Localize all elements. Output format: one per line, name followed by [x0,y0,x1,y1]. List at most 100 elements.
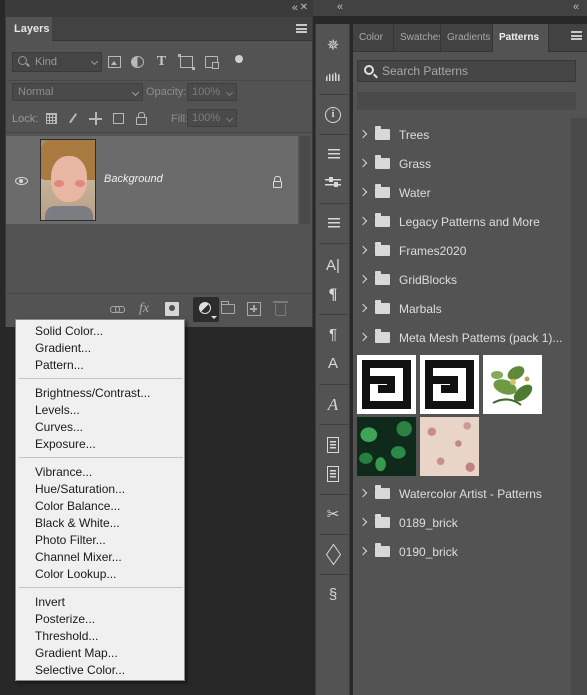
panel-menu-icon[interactable] [571,31,582,40]
recent-patterns-strip[interactable] [357,92,576,110]
pattern-group-0190-brick[interactable]: 0190_brick [353,537,571,566]
pattern-group-trees[interactable]: Trees [353,120,571,149]
greek-key-pattern-swatch[interactable] [357,355,416,414]
tool-presets-button[interactable]: ✂ [316,501,351,530]
collapse-icon[interactable]: « [573,1,579,13]
shape-layer-filter-icon[interactable] [178,54,195,70]
pixel-layer-filter-icon[interactable] [108,56,121,68]
chevron-right-icon[interactable] [358,274,368,284]
glyphs-button[interactable]: A [316,391,351,420]
lock-pixels-icon[interactable] [46,113,57,124]
flowers-pattern-swatch[interactable] [483,355,542,414]
pink-floral-pattern-swatch[interactable] [420,417,479,476]
search-input[interactable] [382,63,572,79]
fx-icon[interactable]: fx [139,302,153,316]
character-styles-button[interactable]: ¶ [316,321,351,350]
pattern-group-frames2020[interactable]: Frames2020 [353,236,571,265]
menu-item-color-lookup[interactable]: Color Lookup... [35,567,116,581]
chevron-right-icon[interactable] [358,332,368,342]
document-button[interactable] [316,460,351,489]
pattern-group-gridblocks[interactable]: GridBlocks [353,265,571,294]
info-button[interactable]: i [316,101,351,130]
menu-item-threshold[interactable]: Threshold... [35,629,98,643]
smart-object-filter-icon[interactable] [205,56,219,69]
menu-item-posterize[interactable]: Posterize... [35,612,95,626]
navigator-button[interactable]: ✵ [316,32,351,61]
greek-key-pattern-swatch[interactable] [420,355,479,414]
close-icon[interactable]: ✕ [300,2,308,13]
search-box[interactable] [357,60,576,82]
adjustments-button[interactable] [316,170,351,199]
paragraph-button[interactable]: ¶ [316,281,351,310]
new-adjustment-layer-button[interactable] [193,297,219,322]
menu-item-photo-filter[interactable]: Photo Filter... [35,533,106,547]
link-layers-icon[interactable] [110,302,125,316]
type-layer-filter-icon[interactable]: T [155,55,168,69]
ivy-pattern-swatch[interactable] [357,417,416,476]
tab-patterns[interactable]: Patterns [493,24,549,52]
filter-kind-select[interactable]: Kind [12,52,102,72]
adjustment-layer-filter-icon[interactable] [131,56,144,68]
history-button[interactable]: § [316,581,351,610]
lock-artboard-icon[interactable] [113,113,124,124]
menu-item-curves[interactable]: Curves... [35,420,83,434]
menu-item-brightness-contrast[interactable]: Brightness/Contrast... [35,386,150,400]
new-group-icon[interactable] [221,301,235,314]
3d-button[interactable] [316,541,351,570]
properties-button[interactable] [316,141,351,170]
pattern-group-0189-brick[interactable]: 0189_brick [353,508,571,537]
menu-item-exposure[interactable]: Exposure... [35,437,96,451]
menu-item-invert[interactable]: Invert [35,595,65,609]
pattern-list-scrollbar[interactable] [571,118,587,695]
add-mask-icon[interactable] [165,302,179,316]
collapse-icon[interactable]: « [337,1,343,13]
menu-item-levels[interactable]: Levels... [35,403,80,417]
lock-image-pixels-icon[interactable] [69,113,78,124]
tab-gradients[interactable]: Gradients [441,24,493,52]
menu-item-color-balance[interactable]: Color Balance... [35,499,120,513]
menu-item-vibrance[interactable]: Vibrance... [35,465,92,479]
layer-row-background[interactable]: Background [6,136,298,224]
chevron-right-icon[interactable] [358,129,368,139]
menu-item-solid-color[interactable]: Solid Color... [35,324,103,338]
pattern-group-grass[interactable]: Grass [353,149,571,178]
lock-icon[interactable] [273,176,282,188]
collapse-icon[interactable]: « [292,2,298,14]
tab-layers[interactable]: Layers [6,17,52,41]
layer-list-scrollbar[interactable] [300,136,310,224]
chevron-right-icon[interactable] [358,158,368,168]
fill-field[interactable]: 100% [187,109,237,127]
pattern-group-legacy[interactable]: Legacy Patterns and More [353,207,571,236]
menu-item-pattern[interactable]: Pattern... [35,358,84,372]
chevron-right-icon[interactable] [358,303,368,313]
menu-item-selective-color[interactable]: Selective Color... [35,663,125,677]
notes-button[interactable] [316,431,351,460]
blend-mode-select[interactable]: Normal [12,83,143,101]
libraries-button[interactable] [316,210,351,239]
menu-item-gradient-map[interactable]: Gradient Map... [35,646,118,660]
character-button[interactable]: A| [316,252,351,281]
chevron-right-icon[interactable] [358,187,368,197]
chevron-right-icon[interactable] [358,546,368,556]
pattern-group-water[interactable]: Water [353,178,571,207]
menu-item-hue-saturation[interactable]: Hue/Saturation... [35,482,125,496]
histogram-button[interactable] [316,61,351,90]
menu-item-gradient[interactable]: Gradient... [35,341,91,355]
menu-item-black-white[interactable]: Black & White... [35,516,120,530]
paragraph-styles-button[interactable]: A [316,350,351,379]
trash-icon[interactable] [273,301,288,316]
chevron-right-icon[interactable] [358,216,368,226]
pattern-group-marbals[interactable]: Marbals [353,294,571,323]
filter-toggle-icon[interactable] [235,55,243,63]
menu-item-channel-mixer[interactable]: Channel Mixer... [35,550,122,564]
chevron-right-icon[interactable] [358,245,368,255]
chevron-right-icon[interactable] [358,517,368,527]
opacity-field[interactable]: 100% [187,83,237,101]
pattern-group-watercolor[interactable]: Watercolor Artist - Patterns [353,479,571,508]
lock-position-icon[interactable] [89,112,102,125]
layer-name[interactable]: Background [104,173,163,185]
eye-icon[interactable] [15,177,28,185]
tab-color[interactable]: Color [353,24,394,52]
tab-swatches[interactable]: Swatches [394,24,441,52]
lock-all-icon[interactable] [136,112,147,125]
